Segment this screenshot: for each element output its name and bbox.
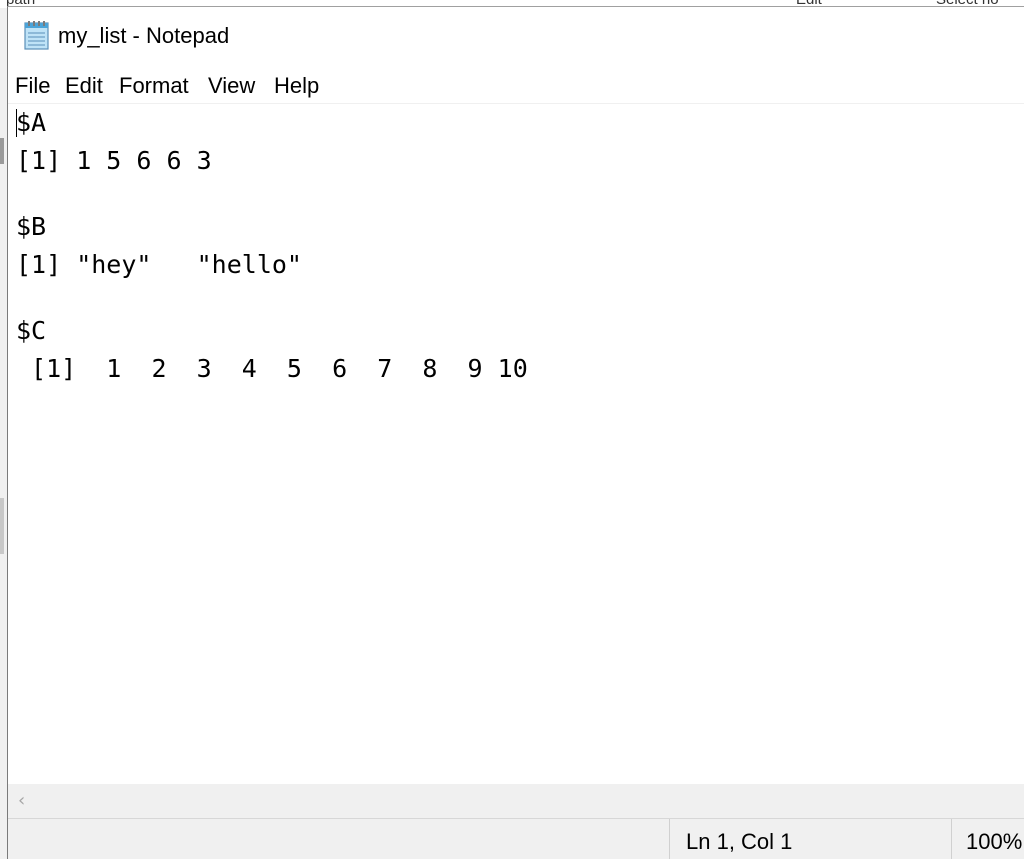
background-mark — [0, 498, 4, 554]
chevron-left-icon[interactable]: ‹ — [18, 790, 25, 811]
editor-line: [1] "hey" "hello" — [16, 250, 302, 279]
status-bar: Ln 1, Col 1 100% — [8, 818, 1024, 859]
cursor-position: Ln 1, Col 1 — [686, 829, 793, 854]
menu-file[interactable]: File — [13, 73, 52, 99]
title-bar[interactable]: my_list - Notepad — [8, 7, 1024, 69]
editor-line: [1] 1 5 6 6 3 — [16, 146, 212, 175]
notepad-window: my_list - Notepad File Edit Format View … — [7, 6, 1024, 859]
menu-view[interactable]: View — [206, 73, 257, 99]
menu-format[interactable]: Format — [117, 73, 191, 99]
menu-help[interactable]: Help — [272, 73, 321, 99]
text-editor[interactable]: $A [1] 1 5 6 6 3 $B [1] "hey" "hello" $C… — [8, 104, 1024, 784]
editor-line: [1] 1 2 3 4 5 6 7 8 9 10 — [16, 354, 528, 383]
horizontal-scrollbar[interactable]: ‹ — [8, 784, 1024, 818]
editor-line: $C — [16, 316, 47, 345]
window-title: my_list - Notepad — [58, 23, 230, 48]
status-divider — [669, 819, 670, 859]
menu-edit[interactable]: Edit — [63, 73, 105, 99]
editor-line: $A — [16, 108, 47, 137]
background-mark — [0, 138, 4, 164]
zoom-level: 100% — [966, 829, 1023, 854]
menu-bar: File Edit Format View Help — [8, 69, 1024, 104]
screen: path Edit Select no — [0, 0, 1024, 859]
notepad-icon — [24, 21, 49, 50]
status-divider — [951, 819, 952, 859]
editor-line: $B — [16, 212, 47, 241]
